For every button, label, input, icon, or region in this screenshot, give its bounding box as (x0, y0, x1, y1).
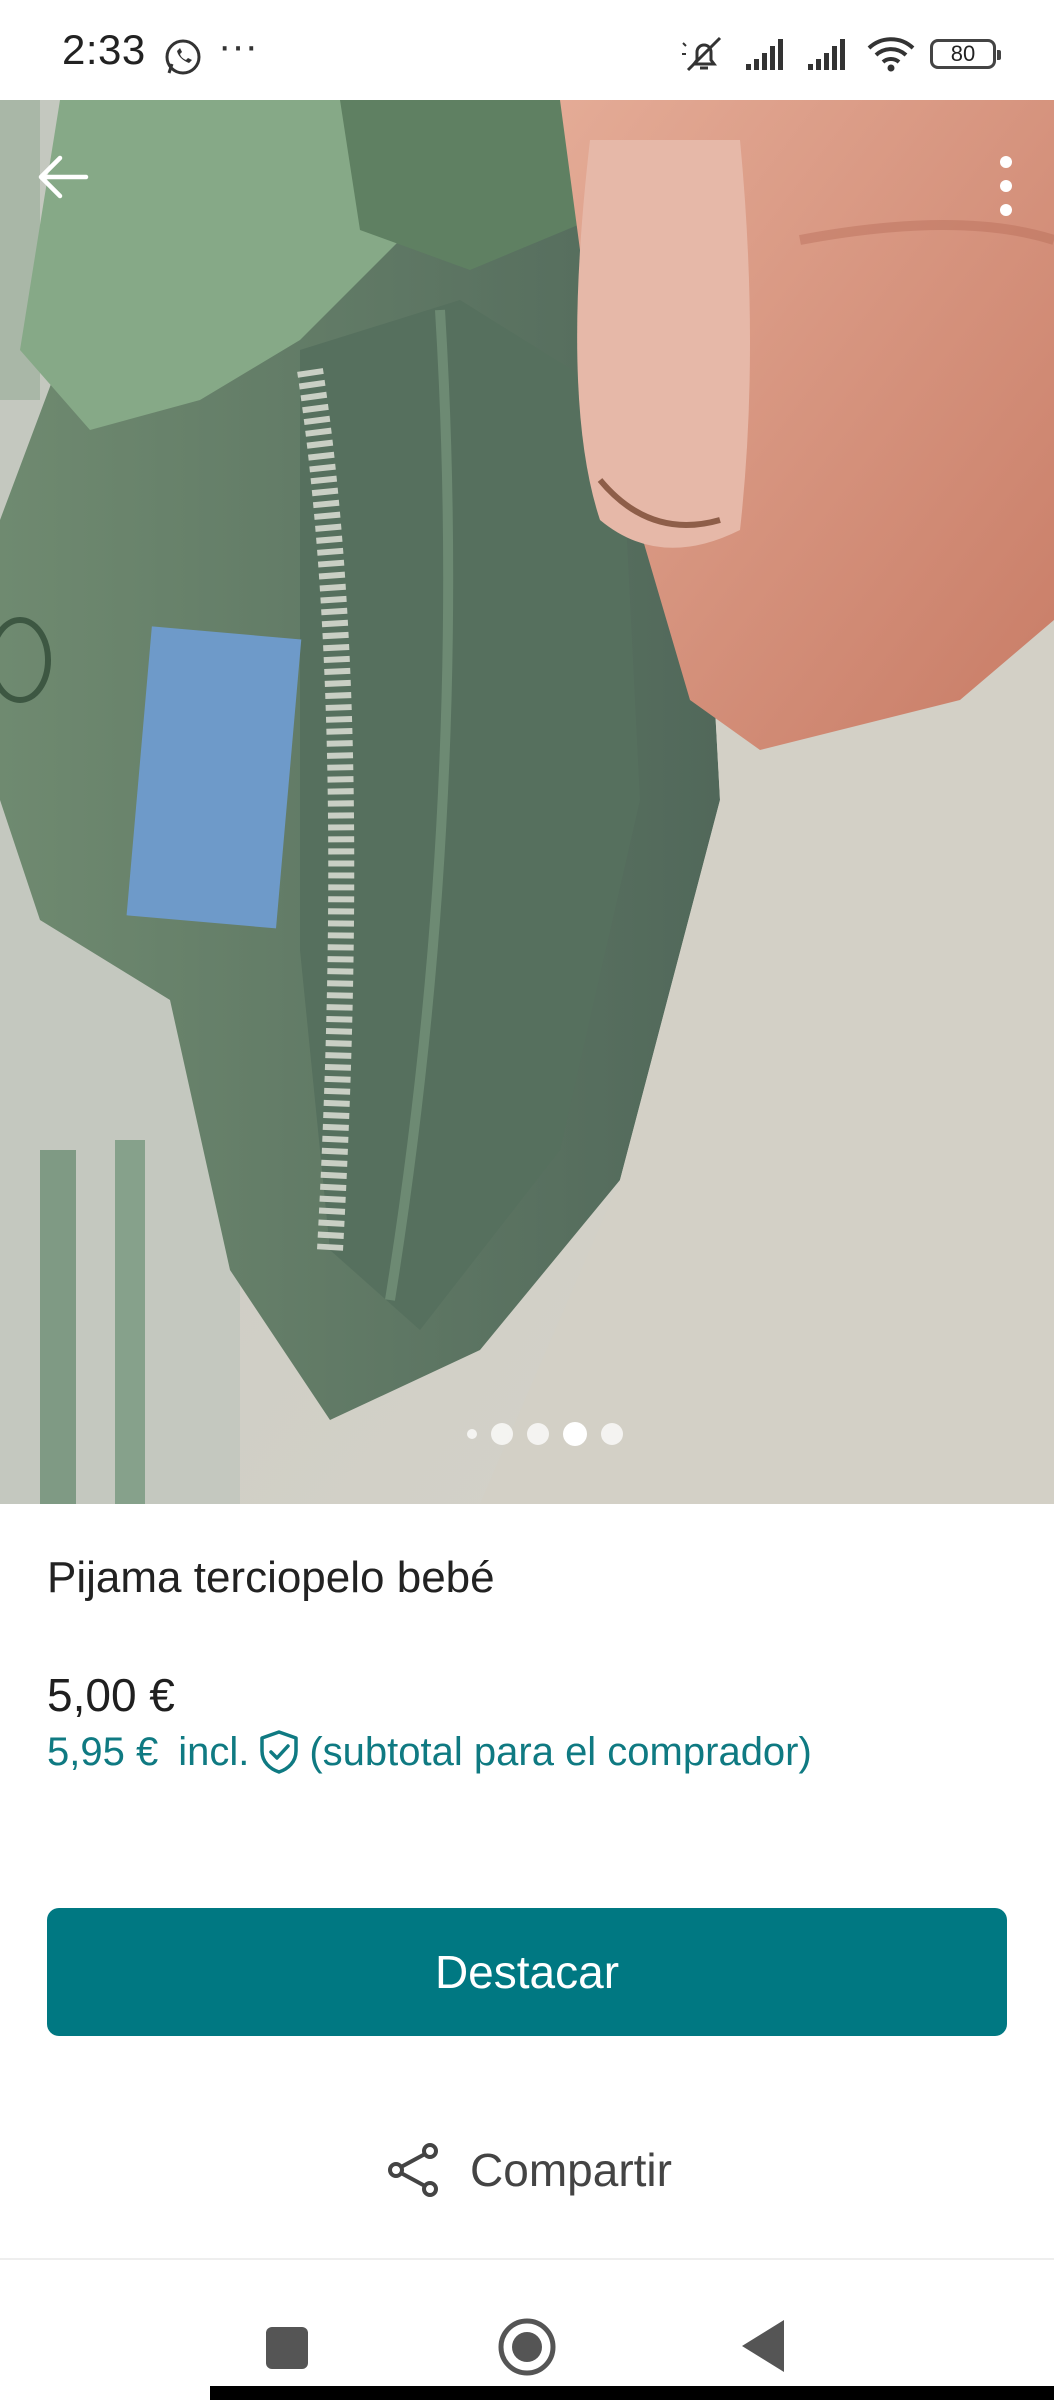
arrow-left-icon (38, 155, 89, 199)
product-photo[interactable] (0, 100, 1054, 1504)
gallery-pager (0, 1422, 1054, 1446)
buyer-total-incl: incl. (178, 1729, 250, 1774)
more-options-button[interactable] (976, 144, 1036, 228)
product-title: Pijama terciopelo bebé (47, 1553, 495, 1602)
pager-dot[interactable] (527, 1423, 549, 1445)
buyer-total-amount: 5,95 € (47, 1729, 159, 1774)
battery-icon: 80 (930, 39, 1001, 69)
home-indicator (210, 2386, 1054, 2400)
screen: 2:33 ··· 80 Pijama terciopelo bebé 5,00 … (0, 0, 1054, 2400)
signal-icon (746, 39, 783, 70)
pager-dot[interactable] (467, 1429, 477, 1439)
buyer-total-note: (subtotal para el comprador) (309, 1729, 812, 1774)
share-button[interactable]: Compartir (0, 2130, 1054, 2210)
status-icons: 80 (680, 34, 1001, 74)
signal-icon (808, 39, 845, 70)
wifi-icon (867, 37, 915, 72)
highlight-button-label: Destacar (434, 1946, 620, 1998)
battery-level: 80 (950, 41, 976, 66)
recent-apps-button[interactable] (266, 2327, 308, 2369)
status-time: 2:33 (62, 26, 146, 73)
more-vert-icon (1000, 156, 1012, 216)
highlight-button[interactable]: Destacar (47, 1908, 1007, 2036)
photo-image (0, 100, 1054, 1504)
status-bar: 2:33 ··· 80 (0, 0, 1054, 100)
pager-dot[interactable] (601, 1423, 623, 1445)
share-icon (388, 2143, 439, 2197)
mute-icon (682, 36, 722, 72)
status-more: ··· (218, 24, 258, 68)
whatsapp-icon (165, 39, 201, 75)
nav-back-button[interactable] (740, 2318, 786, 2374)
buyer-total: 5,95 € incl. (subtotal para el comprador… (47, 1729, 812, 1775)
share-label: Compartir (470, 2144, 672, 2196)
back-button[interactable] (30, 144, 96, 210)
home-button[interactable] (497, 2317, 557, 2377)
product-price: 5,00 € (47, 1669, 175, 1721)
shield-check-icon[interactable] (257, 1729, 301, 1775)
system-nav-bar (0, 2260, 1054, 2400)
pager-dot-active[interactable] (563, 1422, 587, 1446)
pager-dot[interactable] (491, 1423, 513, 1445)
